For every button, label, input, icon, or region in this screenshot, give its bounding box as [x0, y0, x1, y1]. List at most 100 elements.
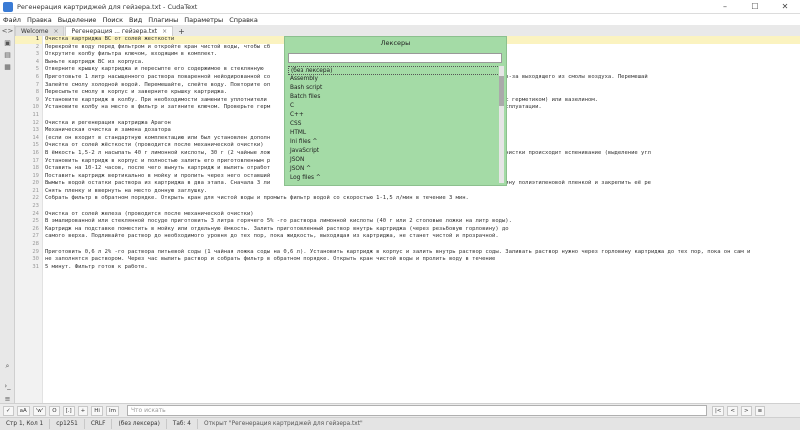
side-toolbar: <> ▣ ▤ ▦ ⌕ ›_ ≡	[0, 25, 15, 417]
tab-label: Регенерация ... гейзера.txt	[71, 28, 158, 35]
line-number: 23	[32, 203, 39, 210]
lexer-list-item[interactable]: Assembly	[288, 75, 502, 84]
line-number: 25	[32, 218, 39, 225]
line-number: 8	[35, 89, 39, 96]
lexer-search-input[interactable]	[288, 53, 502, 63]
folder-icon[interactable]: ▤	[0, 49, 15, 61]
line-number: 19	[32, 172, 39, 179]
menu-help[interactable]: Справка	[229, 16, 258, 24]
lexer-list-item[interactable]: JavaScript	[288, 147, 502, 156]
lexer-list-item[interactable]: (без лексера)	[288, 66, 502, 75]
line-number: 14	[32, 134, 39, 141]
menu-plugins[interactable]: Плагины	[148, 16, 178, 24]
code-line[interactable]	[45, 203, 800, 211]
box-icon[interactable]: ▣	[0, 37, 15, 49]
find-input[interactable]: Что искать	[126, 405, 707, 416]
close-button[interactable]: ✕	[770, 0, 800, 14]
lexer-list[interactable]: (без лексера) Assembly Bash script Batch fi…	[288, 66, 502, 183]
line-number: 24	[32, 210, 39, 217]
whole-words-button[interactable]: 'w'	[32, 405, 47, 416]
tab-welcome[interactable]: Welcome ×	[15, 26, 65, 36]
lexer-list-item[interactable]: C	[288, 102, 502, 111]
lexer-list-scrollbar[interactable]	[499, 66, 504, 183]
line-number: 28	[32, 241, 39, 248]
scrollbar-thumb[interactable]	[499, 76, 504, 106]
line-number: 15	[32, 142, 39, 149]
highlight-button[interactable]: Hi	[91, 405, 103, 416]
line-number: 4	[35, 58, 39, 65]
console-icon[interactable]: ›_	[0, 380, 15, 392]
search-icon[interactable]: ⌕	[0, 360, 15, 372]
lexer-list-item[interactable]: Batch files	[288, 93, 502, 102]
in-selection-button[interactable]: [.]	[62, 405, 75, 416]
line-number: 2	[35, 43, 39, 50]
line-number: 27	[32, 233, 39, 240]
tab-close-icon[interactable]: ×	[162, 28, 167, 35]
lexer-list-item[interactable]: Log files ^	[288, 174, 502, 183]
tab-document[interactable]: Регенерация ... гейзера.txt ×	[65, 26, 174, 36]
line-number: 20	[32, 180, 39, 187]
multiline-button[interactable]: +	[77, 405, 89, 416]
status-line-ending[interactable]: CRLF	[85, 419, 113, 429]
line-number: 3	[35, 51, 39, 58]
lexer-list-item[interactable]: Bash script	[288, 84, 502, 93]
line-number: 30	[32, 256, 39, 263]
code-line[interactable]: Собрать фильтр в обратном порядке. Откры…	[45, 195, 800, 203]
lexer-list-item[interactable]: CSS	[288, 120, 502, 129]
menu-selection[interactable]: Выделение	[58, 16, 97, 24]
menu-file[interactable]: Файл	[3, 16, 21, 24]
status-tab-size[interactable]: Таб: 4	[167, 419, 198, 429]
case-sensitive-button[interactable]: aA	[16, 405, 30, 416]
code-line[interactable]: Картридж на подставке поместить в мойку …	[45, 226, 800, 234]
code-line[interactable]: Снять пленку и ввернуть на место донную …	[45, 188, 800, 196]
menu-options[interactable]: Параметры	[184, 16, 223, 24]
line-number: 10	[32, 104, 39, 111]
status-message: Открыт "Регенерация картриджей для гейзе…	[204, 421, 363, 427]
line-number: 7	[35, 81, 39, 88]
status-encoding[interactable]: cp1251	[50, 419, 85, 429]
line-number: 22	[32, 195, 39, 202]
app-icon	[3, 1, 13, 12]
menu-search[interactable]: Поиск	[102, 16, 123, 24]
lexer-list-item[interactable]: JSON	[288, 156, 502, 165]
find-first-button[interactable]: |<	[711, 405, 725, 416]
line-number-gutter: 1 2 3 4 5 6 7 8 9 10 11 12 13 14 15 16 17 18 19 20 21 22 23 24 2…	[15, 36, 43, 403]
status-bar: Стр 1, Кол 1 cp1251 CRLF (без лексера) Т…	[0, 417, 800, 430]
lexer-dialog: Лексеры (без лексера) Assembly Bash script…	[284, 36, 507, 186]
lexer-list-item[interactable]: C++	[288, 111, 502, 120]
add-tab-button[interactable]: +	[178, 27, 185, 36]
lexer-list-item[interactable]: Ini files ^	[288, 138, 502, 147]
line-number: 18	[32, 165, 39, 172]
code-line[interactable]: не заполнятся раствором. Через час вылит…	[45, 256, 800, 264]
immediate-button[interactable]: Im	[105, 405, 119, 416]
menu-bar: Файл Правка Выделение Поиск Вид Плагины …	[0, 14, 800, 25]
regex-button[interactable]: O	[49, 405, 60, 416]
menu-view[interactable]: Вид	[129, 16, 142, 24]
find-close-button[interactable]: ✓	[3, 405, 14, 416]
code-icon[interactable]: <>	[0, 25, 15, 37]
lexer-list-item[interactable]: HTML	[288, 129, 502, 138]
line-number: 5	[35, 66, 39, 73]
line-number: 9	[35, 96, 39, 103]
tab-close-icon[interactable]: ×	[53, 28, 58, 35]
maximize-button[interactable]: ☐	[740, 0, 770, 14]
line-number: 1	[15, 36, 42, 44]
find-next-button[interactable]: >	[741, 405, 752, 416]
doc-icon[interactable]: ▦	[0, 61, 15, 73]
lexer-list-item[interactable]: JSON ^	[288, 165, 502, 174]
status-position[interactable]: Стр 1, Кол 1	[0, 419, 51, 429]
menu-edit[interactable]: Правка	[27, 16, 52, 24]
find-menu-button[interactable]: ≡	[754, 405, 766, 416]
code-line[interactable]: Очистка от солей железа (проводится посл…	[45, 211, 800, 219]
find-prev-button[interactable]: <	[727, 405, 739, 416]
code-line[interactable]: Приготовить 0,6 л 2% -го раствора питьев…	[45, 249, 800, 257]
code-line[interactable]: самого верха. Подливайте раствор до необ…	[45, 233, 800, 241]
code-line[interactable]: В эмалированной или стеклянной посуде пр…	[45, 218, 800, 226]
minimize-button[interactable]: –	[710, 0, 740, 14]
status-lexer[interactable]: (без лексера)	[112, 419, 167, 429]
line-number: 21	[32, 187, 39, 194]
code-line[interactable]	[45, 241, 800, 249]
tab-label: Welcome	[21, 28, 49, 35]
line-number: 26	[32, 225, 39, 232]
code-line[interactable]: 5 минут. Фильтр готов к работе.	[45, 264, 800, 272]
